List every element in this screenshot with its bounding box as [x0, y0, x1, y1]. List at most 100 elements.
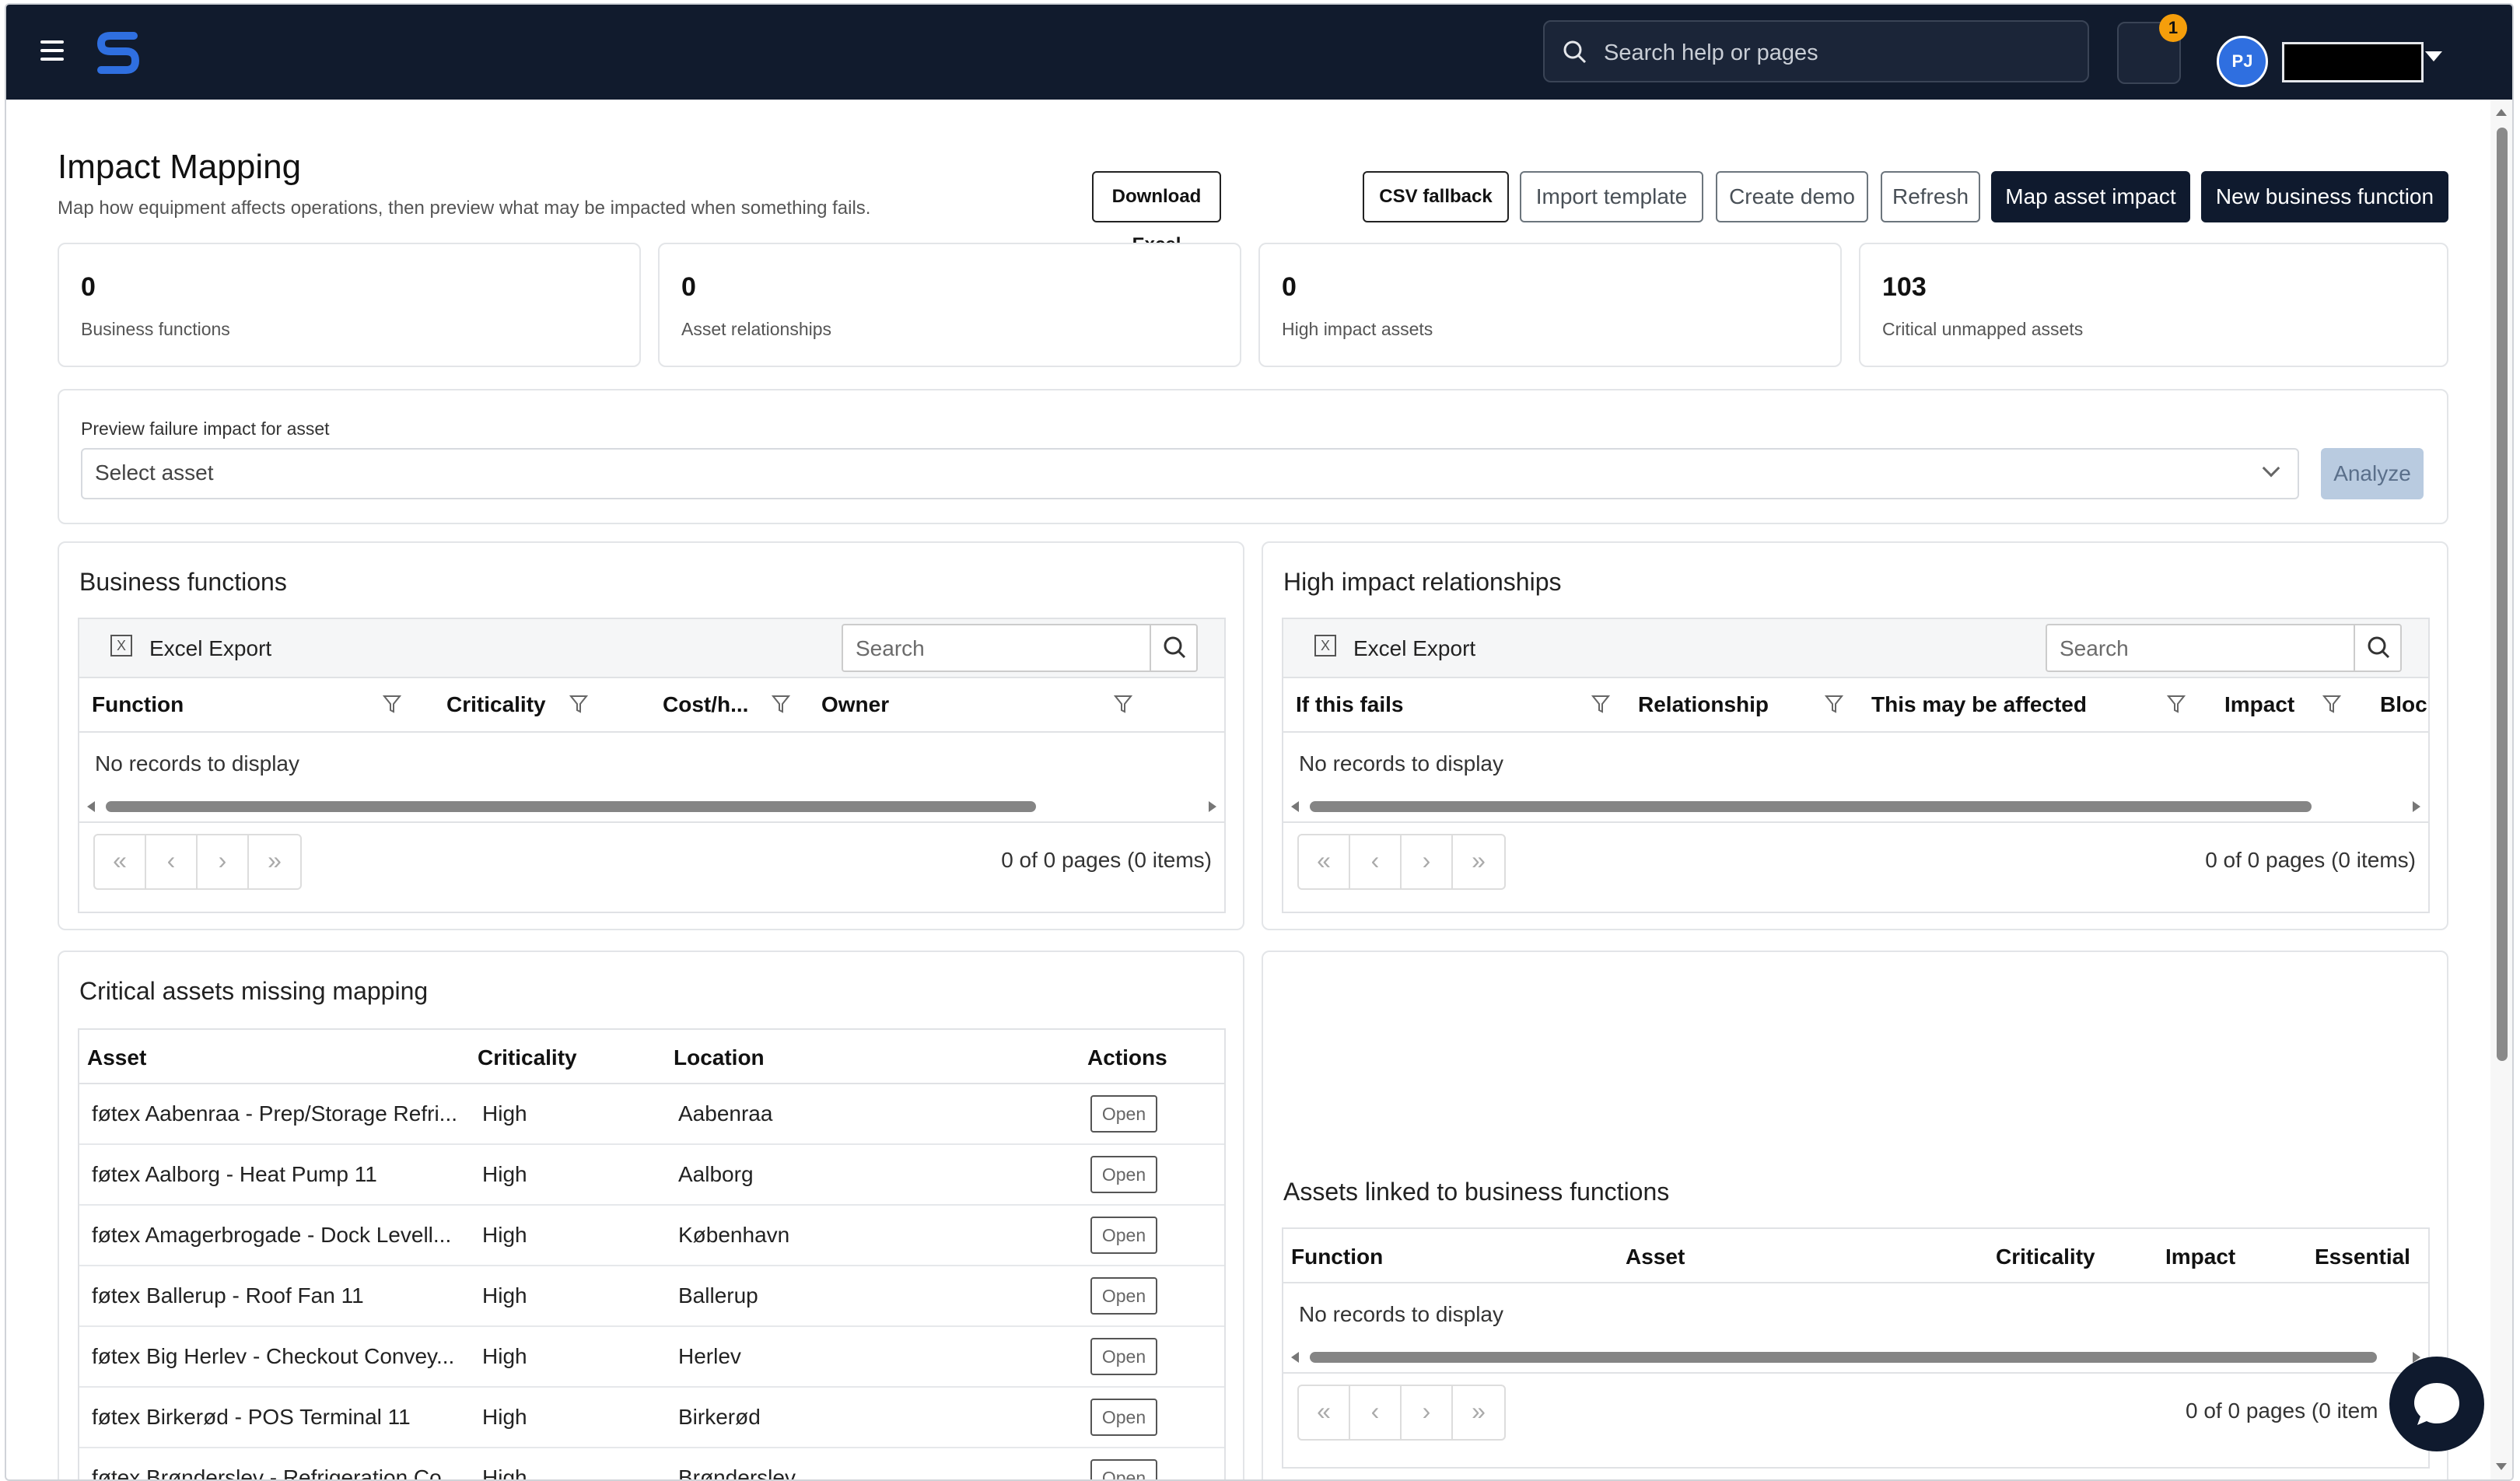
- last-page-button[interactable]: »: [249, 835, 300, 888]
- open-button[interactable]: Open: [1090, 1095, 1157, 1133]
- pagination-info: 0 of 0 pages (0 items): [2205, 848, 2416, 872]
- previous-page-button[interactable]: ‹: [146, 835, 198, 888]
- horizontal-scrollbar[interactable]: [1291, 1350, 2420, 1364]
- column-header-essential[interactable]: Essential: [2315, 1245, 2410, 1269]
- column-header-if-this-fails[interactable]: If this fails: [1296, 692, 1403, 717]
- last-page-button[interactable]: »: [1453, 1386, 1504, 1439]
- grid-search-button[interactable]: [1150, 625, 1196, 670]
- column-header-cost[interactable]: Cost/h...: [663, 692, 748, 717]
- business-functions-panel: Business functions X Excel Export Search…: [58, 541, 1244, 930]
- download-excel-template-button[interactable]: Download Excel template: [1092, 171, 1221, 303]
- open-button[interactable]: Open: [1090, 1217, 1157, 1254]
- empty-message: No records to display: [95, 751, 300, 776]
- user-name-redacted[interactable]: [2282, 42, 2424, 82]
- chat-widget-button[interactable]: [2389, 1357, 2484, 1451]
- user-avatar[interactable]: PJ: [2217, 36, 2268, 87]
- previous-page-button[interactable]: ‹: [1350, 1386, 1402, 1439]
- asset-criticality: High: [482, 1405, 527, 1429]
- critical-assets-missing-panel: Critical assets missing mapping Asset Cr…: [58, 951, 1244, 1481]
- filter-icon[interactable]: [1591, 694, 1610, 714]
- high-impact-grid: X Excel Export Search If this fails Rela…: [1282, 618, 2430, 913]
- next-page-button[interactable]: ›: [1402, 835, 1453, 888]
- grid-search-input[interactable]: Search: [2046, 624, 2402, 672]
- hamburger-menu-icon[interactable]: [40, 40, 64, 61]
- filter-icon[interactable]: [383, 694, 401, 714]
- filter-icon[interactable]: [1825, 694, 1843, 714]
- asset-name: føtex Big Herlev - Checkout Convey...: [92, 1344, 455, 1368]
- grid-search-placeholder: Search: [856, 636, 925, 660]
- asset-location: Birkerød: [678, 1405, 761, 1429]
- grid-header-row: If this fails Relationship This may be a…: [1283, 678, 2428, 733]
- top-navbar: Search help or pages 1 PJ: [6, 5, 2512, 100]
- column-header-blocking[interactable]: Bloc: [2380, 692, 2427, 717]
- previous-page-button[interactable]: ‹: [1350, 835, 1402, 888]
- filter-icon[interactable]: [2167, 694, 2186, 714]
- horizontal-scrollbar[interactable]: [1291, 800, 2420, 814]
- stat-label: Asset relationships: [681, 319, 832, 339]
- grid-search-button[interactable]: [2354, 625, 2400, 670]
- column-header-criticality[interactable]: Criticality: [1996, 1245, 2095, 1269]
- notification-count-badge: 1: [2159, 14, 2187, 42]
- table-row: føtex Aabenraa - Prep/Storage Refri... H…: [79, 1084, 1224, 1145]
- excel-export-button[interactable]: Excel Export: [1353, 636, 1475, 661]
- panel-title: Business functions: [79, 568, 287, 596]
- filter-icon[interactable]: [2322, 694, 2341, 714]
- column-header-may-be-affected[interactable]: This may be affected: [1871, 692, 2087, 717]
- column-header-function[interactable]: Function: [92, 692, 184, 717]
- column-header-impact[interactable]: Impact: [2165, 1245, 2235, 1269]
- asset-name: føtex Aalborg - Heat Pump 11: [92, 1162, 377, 1186]
- column-header-impact[interactable]: Impact: [2224, 692, 2294, 717]
- refresh-button[interactable]: Refresh: [1881, 171, 1980, 222]
- excel-export-button[interactable]: Excel Export: [149, 636, 271, 661]
- open-button[interactable]: Open: [1090, 1338, 1157, 1375]
- asset-name: føtex Birkerød - POS Terminal 11: [92, 1405, 411, 1429]
- panel-title: Critical assets missing mapping: [79, 977, 429, 1005]
- business-functions-grid: X Excel Export Search Function Criticali…: [78, 618, 1226, 913]
- column-header-function[interactable]: Function: [1291, 1245, 1383, 1269]
- open-button[interactable]: Open: [1090, 1277, 1157, 1315]
- first-page-button[interactable]: «: [1299, 835, 1350, 888]
- filter-icon[interactable]: [772, 694, 790, 714]
- import-template-button[interactable]: Import template: [1520, 171, 1703, 222]
- open-button[interactable]: Open: [1090, 1399, 1157, 1436]
- asset-criticality: High: [482, 1101, 527, 1126]
- column-header-asset: Asset: [87, 1045, 147, 1070]
- csv-fallback-button[interactable]: CSV fallback: [1363, 171, 1509, 222]
- new-business-function-button[interactable]: New business function: [2201, 171, 2448, 222]
- column-header-owner[interactable]: Owner: [821, 692, 889, 717]
- column-header-relationship[interactable]: Relationship: [1638, 692, 1769, 717]
- excel-icon[interactable]: X: [110, 635, 132, 656]
- asset-select-dropdown[interactable]: Select asset: [81, 448, 2299, 499]
- asset-criticality: High: [482, 1465, 527, 1481]
- chevron-down-icon[interactable]: [2425, 51, 2442, 61]
- next-page-button[interactable]: ›: [198, 835, 249, 888]
- first-page-button[interactable]: «: [95, 835, 146, 888]
- last-page-button[interactable]: »: [1453, 835, 1504, 888]
- column-header-criticality[interactable]: Criticality: [446, 692, 546, 717]
- panel-title: High impact relationships: [1283, 568, 1562, 596]
- excel-icon[interactable]: X: [1314, 635, 1336, 656]
- analyze-button[interactable]: Analyze: [2321, 448, 2424, 499]
- app-logo[interactable]: [93, 28, 143, 78]
- map-asset-impact-button[interactable]: Map asset impact: [1991, 171, 2190, 222]
- create-demo-button[interactable]: Create demo: [1716, 171, 1868, 222]
- first-page-button[interactable]: «: [1299, 1386, 1350, 1439]
- column-header-asset[interactable]: Asset: [1626, 1245, 1685, 1269]
- horizontal-scrollbar[interactable]: [87, 800, 1216, 814]
- stat-card-critical-unmapped: 103 Critical unmapped assets: [1859, 243, 2448, 367]
- table-row: føtex Birkerød - POS Terminal 11 High Bi…: [79, 1388, 1224, 1448]
- filter-icon[interactable]: [569, 694, 588, 714]
- assets-linked-panel: Assets linked to business functions Func…: [1262, 951, 2448, 1479]
- filter-icon[interactable]: [1114, 694, 1132, 714]
- stat-label: Business functions: [81, 319, 230, 339]
- global-search-input[interactable]: Search help or pages: [1543, 20, 2089, 82]
- table-header-row: Asset Criticality Location Actions: [79, 1030, 1224, 1084]
- next-page-button[interactable]: ›: [1402, 1386, 1453, 1439]
- open-button[interactable]: Open: [1090, 1459, 1157, 1479]
- page-scrollbar[interactable]: [2490, 100, 2512, 1479]
- preview-failure-panel: Preview failure impact for asset Select …: [58, 389, 2448, 524]
- grid-search-input[interactable]: Search: [842, 624, 1198, 672]
- open-button[interactable]: Open: [1090, 1156, 1157, 1193]
- search-icon: [1563, 40, 1587, 64]
- stat-label: Critical unmapped assets: [1882, 319, 2084, 339]
